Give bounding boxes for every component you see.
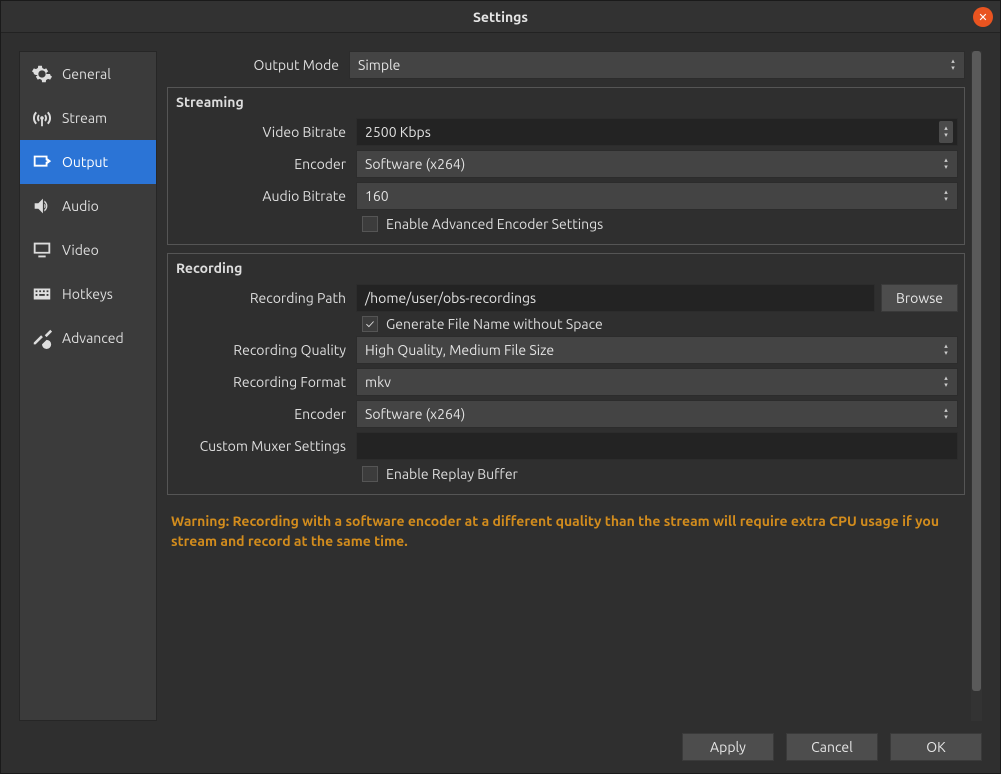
streaming-encoder-select[interactable]: Software (x264) ▴▾ <box>356 150 958 178</box>
recording-quality-label: Recording Quality <box>174 342 350 358</box>
sidebar-item-output[interactable]: Output <box>20 140 156 184</box>
close-icon: ✕ <box>978 11 987 24</box>
recording-quality-select[interactable]: High Quality, Medium File Size ▴▾ <box>356 336 958 364</box>
sidebar: General Stream Output Audio Video Hotkey… <box>19 51 157 721</box>
settings-window: Settings ✕ General Stream Output Audio <box>0 0 1001 774</box>
warning-text: Warning: Recording with a software encod… <box>167 503 965 552</box>
titlebar: Settings ✕ <box>1 1 1000 33</box>
audio-bitrate-select[interactable]: 160 ▴▾ <box>356 182 958 210</box>
video-bitrate-label: Video Bitrate <box>174 124 350 140</box>
streaming-group-title: Streaming <box>174 94 958 110</box>
generate-filename-label: Generate File Name without Space <box>386 316 603 332</box>
sidebar-item-label: Output <box>62 154 108 170</box>
sidebar-item-hotkeys[interactable]: Hotkeys <box>20 272 156 316</box>
sidebar-item-audio[interactable]: Audio <box>20 184 156 228</box>
sidebar-item-label: Stream <box>62 110 107 126</box>
recording-encoder-value: Software (x264) <box>365 406 465 422</box>
sidebar-item-label: Hotkeys <box>62 286 113 302</box>
chevron-updown-icon: ▴▾ <box>946 54 960 76</box>
advanced-encoder-checkbox-label: Enable Advanced Encoder Settings <box>386 216 603 232</box>
output-icon <box>30 150 54 174</box>
sidebar-item-general[interactable]: General <box>20 52 156 96</box>
content-area: General Stream Output Audio Video Hotkey… <box>1 33 1000 721</box>
muxer-label: Custom Muxer Settings <box>174 438 350 454</box>
audio-bitrate-value: 160 <box>365 188 389 204</box>
recording-format-value: mkv <box>365 374 391 390</box>
sidebar-item-label: Advanced <box>62 330 124 346</box>
muxer-input[interactable] <box>356 432 958 460</box>
audio-bitrate-label: Audio Bitrate <box>174 188 350 204</box>
main-scrollbar[interactable] <box>971 51 982 721</box>
apply-button[interactable]: Apply <box>682 733 774 761</box>
sidebar-item-advanced[interactable]: Advanced <box>20 316 156 360</box>
recording-quality-value: High Quality, Medium File Size <box>365 342 554 358</box>
recording-encoder-label: Encoder <box>174 406 350 422</box>
gear-icon <box>30 62 54 86</box>
sidebar-item-label: Video <box>62 242 99 258</box>
speaker-icon <box>30 194 54 218</box>
chevron-updown-icon: ▴▾ <box>939 153 953 175</box>
chevron-updown-icon: ▴▾ <box>939 339 953 361</box>
recording-path-input[interactable]: /home/user/obs-recordings <box>356 284 875 312</box>
streaming-encoder-value: Software (x264) <box>365 156 465 172</box>
checkbox-icon[interactable] <box>362 466 378 482</box>
chevron-updown-icon: ▴▾ <box>939 371 953 393</box>
advanced-encoder-checkbox-row[interactable]: Enable Advanced Encoder Settings <box>362 216 958 232</box>
output-mode-select[interactable]: Simple ▴▾ <box>349 51 965 79</box>
checkbox-checked-icon[interactable] <box>362 316 378 332</box>
recording-path-value: /home/user/obs-recordings <box>365 290 536 306</box>
browse-button[interactable]: Browse <box>881 284 958 312</box>
replay-buffer-checkbox-row[interactable]: Enable Replay Buffer <box>362 466 958 482</box>
recording-format-label: Recording Format <box>174 374 350 390</box>
generate-filename-checkbox-row[interactable]: Generate File Name without Space <box>362 316 958 332</box>
sidebar-item-video[interactable]: Video <box>20 228 156 272</box>
streaming-group: Streaming Video Bitrate 2500 Kbps ▴▾ Enc… <box>167 87 965 245</box>
replay-buffer-label: Enable Replay Buffer <box>386 466 518 482</box>
recording-path-label: Recording Path <box>174 290 350 306</box>
chevron-updown-icon: ▴▾ <box>939 403 953 425</box>
sidebar-item-stream[interactable]: Stream <box>20 96 156 140</box>
ok-button[interactable]: OK <box>890 733 982 761</box>
output-mode-label: Output Mode <box>167 57 343 73</box>
sidebar-item-label: Audio <box>62 198 99 214</box>
recording-format-select[interactable]: mkv ▴▾ <box>356 368 958 396</box>
footer: Apply Cancel OK <box>1 721 1000 773</box>
checkbox-icon[interactable] <box>362 216 378 232</box>
recording-group-title: Recording <box>174 260 958 276</box>
sidebar-item-label: General <box>62 66 111 82</box>
video-bitrate-input[interactable]: 2500 Kbps ▴▾ <box>356 118 958 146</box>
keyboard-icon <box>30 282 54 306</box>
output-mode-value: Simple <box>358 57 400 73</box>
streaming-encoder-label: Encoder <box>174 156 350 172</box>
monitor-icon <box>30 238 54 262</box>
recording-encoder-select[interactable]: Software (x264) ▴▾ <box>356 400 958 428</box>
window-title: Settings <box>473 9 528 25</box>
chevron-updown-icon: ▴▾ <box>939 185 953 207</box>
main-panel: Output Mode Simple ▴▾ Streaming Video Bi… <box>167 51 982 721</box>
recording-group: Recording Recording Path /home/user/obs-… <box>167 253 965 495</box>
output-mode-row: Output Mode Simple ▴▾ <box>167 51 965 79</box>
tools-icon <box>30 326 54 350</box>
video-bitrate-value: 2500 Kbps <box>365 124 431 140</box>
cancel-button[interactable]: Cancel <box>786 733 878 761</box>
close-button[interactable]: ✕ <box>973 7 993 27</box>
spinner-arrows-icon[interactable]: ▴▾ <box>939 121 953 143</box>
antenna-icon <box>30 106 54 130</box>
scrollbar-thumb[interactable] <box>972 51 981 691</box>
